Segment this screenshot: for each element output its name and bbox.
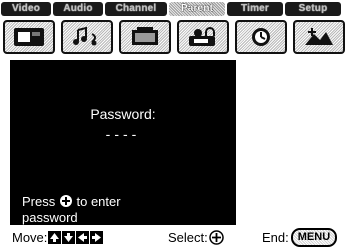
hint-suffix: to enter xyxy=(76,194,121,209)
menu-button[interactable]: MENU xyxy=(290,227,338,247)
password-entry-field[interactable]: ---- xyxy=(10,126,236,142)
tab-video[interactable]: Video xyxy=(1,2,51,16)
select-button-icon xyxy=(59,194,73,211)
tv-osd-screen: Video Audio Channel Parent Timer Setup P… xyxy=(0,0,354,247)
help-bar: Move: Select: End: MENU xyxy=(0,227,354,247)
channel-menu-button[interactable] xyxy=(119,20,171,54)
setup-menu-button[interactable] xyxy=(293,20,345,54)
audio-notes-icon xyxy=(73,26,97,46)
arrow-left-icon xyxy=(76,230,90,244)
channel-tv-icon xyxy=(132,27,158,45)
arrow-up-icon xyxy=(48,230,62,244)
tab-audio[interactable]: Audio xyxy=(53,2,103,16)
tab-timer[interactable]: Timer xyxy=(227,2,283,16)
password-panel: Password: ---- Press to enter password xyxy=(10,60,236,225)
end-label: End: xyxy=(262,229,289,245)
tab-channel[interactable]: Channel xyxy=(105,2,167,16)
setup-tools-icon xyxy=(305,28,333,45)
menu-tab-strip: Video Audio Channel Parent Timer Setup xyxy=(0,0,354,18)
arrow-down-icon xyxy=(62,230,76,244)
hint-line-2: password xyxy=(22,210,78,225)
timer-clock-icon xyxy=(252,28,270,46)
select-label: Select: xyxy=(168,229,208,245)
audio-menu-button[interactable] xyxy=(61,20,113,54)
password-label: Password: xyxy=(90,106,156,122)
end-help: End: MENU xyxy=(262,227,338,247)
move-label: Move: xyxy=(12,229,48,245)
tab-parent[interactable]: Parent xyxy=(169,2,225,16)
timer-menu-button[interactable] xyxy=(235,20,287,54)
parent-lock-icon xyxy=(189,27,215,46)
parent-menu-button[interactable] xyxy=(177,20,229,54)
enter-password-hint: Press to enter password xyxy=(22,194,121,225)
video-menu-button[interactable] xyxy=(3,20,55,54)
video-picture-icon xyxy=(14,28,44,46)
select-plus-icon xyxy=(209,229,224,245)
move-help: Move: xyxy=(12,228,104,246)
hint-prefix: Press xyxy=(22,194,56,209)
menu-icon-row xyxy=(0,18,354,58)
arrow-right-icon xyxy=(90,230,104,244)
tab-setup[interactable]: Setup xyxy=(285,2,341,16)
select-help: Select: xyxy=(168,228,224,246)
